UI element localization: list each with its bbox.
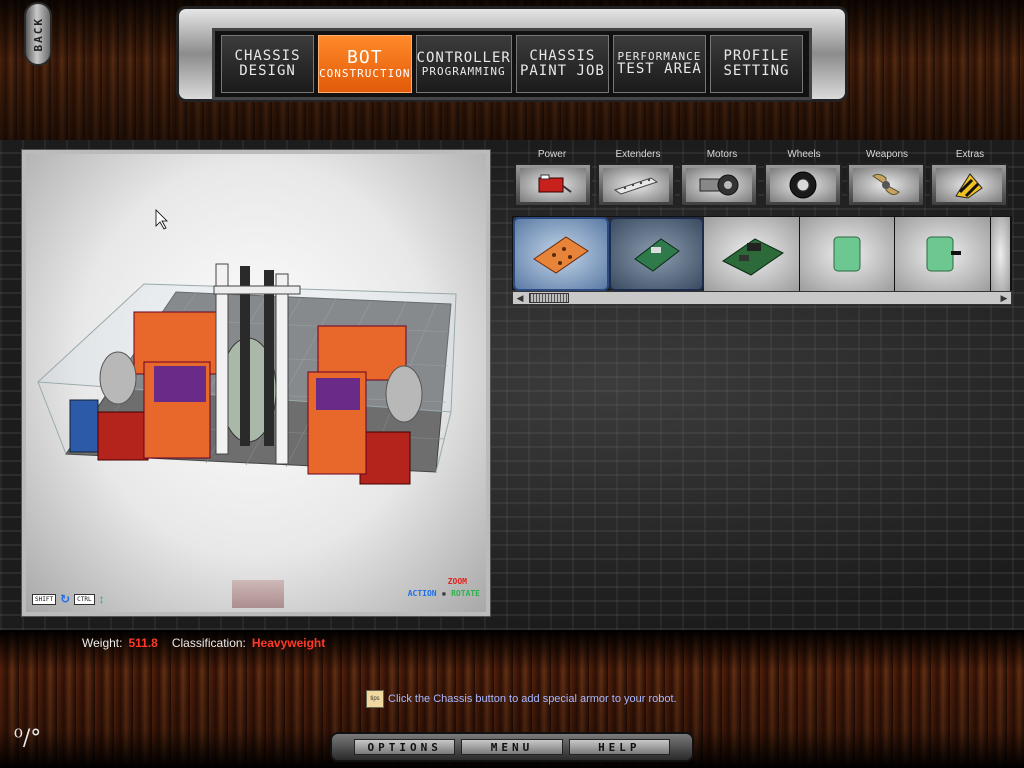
scroll-left-arrow-icon[interactable]: ◀	[514, 292, 526, 304]
help-button[interactable]: HELP	[568, 739, 670, 755]
classification-value: Heavyweight	[251, 636, 326, 650]
battery-icon	[538, 174, 572, 193]
category-label-power: Power	[537, 149, 567, 160]
rotate-arrow-icon: ↻	[60, 592, 71, 606]
part-item-green-block-plug[interactable]	[895, 217, 992, 291]
battery-pack-left	[97, 411, 149, 461]
part-item-green-block[interactable]	[799, 217, 896, 291]
weight-value: 511.8	[128, 636, 158, 650]
tab-chassis-design[interactable]: CHASSIS DESIGN	[221, 35, 315, 93]
motor-icon	[699, 174, 739, 196]
tab-profile-setting[interactable]: PROFILE SETTING	[709, 35, 804, 93]
scroll-right-arrow-icon[interactable]: ▶	[998, 292, 1010, 304]
controller-label	[154, 366, 206, 402]
tab-performance-test-area[interactable]: PERFORMANCE TEST AREA	[612, 35, 706, 93]
scroll-thumb[interactable]	[529, 293, 569, 303]
main-nav: CHASSIS DESIGN BOT CONSTRUCTION CONTROLL…	[212, 28, 812, 100]
viewport-controls: SHIFT ↻ CTRL ↕	[32, 592, 105, 606]
mouse-cursor-icon	[155, 209, 168, 230]
green-block-plug-icon	[926, 236, 961, 272]
corner-logo-icon: ⁰/°	[14, 726, 42, 751]
tab-controller-programming[interactable]: CONTROLLER PROGRAMMING	[415, 35, 512, 93]
part-item-partial[interactable]	[991, 217, 1011, 291]
ctrl-key-chip: CTRL	[74, 593, 95, 605]
part-item-green-board[interactable]	[608, 217, 705, 291]
robot-model	[36, 209, 457, 485]
zoom-label: ZOOM	[447, 577, 467, 586]
category-extenders-button[interactable]	[597, 163, 675, 207]
options-button[interactable]: OPTIONS	[354, 739, 456, 755]
cross-bar	[213, 285, 301, 295]
frame-rail	[275, 273, 289, 465]
motor-left	[99, 351, 137, 405]
category-label-extras: Extras	[955, 149, 985, 160]
category-label-extenders: Extenders	[615, 149, 661, 160]
drive-chain	[264, 270, 274, 446]
extender-bar-icon	[613, 177, 659, 195]
back-button-label: BACK	[31, 16, 45, 52]
green-board-icon	[634, 238, 681, 272]
tab-bot-construction[interactable]: BOT CONSTRUCTION	[318, 35, 412, 93]
shift-key-chip: SHIFT	[32, 593, 57, 605]
menu-button[interactable]: MENU	[461, 739, 563, 755]
action-label: ACTION	[407, 589, 437, 598]
controller-label	[316, 378, 360, 410]
part-preview-thumbnail	[232, 580, 284, 608]
tips-icon: tips	[366, 690, 384, 708]
rotate-label: ROTATE	[451, 589, 480, 598]
hazard-icon	[955, 173, 983, 199]
robot-status-line: Weight: 511.8 Classification: Heavyweigh…	[82, 636, 333, 650]
category-extras-button[interactable]	[930, 163, 1008, 207]
category-weapons-button[interactable]	[847, 163, 925, 207]
robot-3d-viewport[interactable]: SHIFT ↻ CTRL ↕ ZOOM ACTION ▪ ROTATE	[21, 149, 491, 617]
circuit-board-icon	[721, 238, 784, 276]
category-motors-button[interactable]	[680, 163, 758, 207]
green-block-icon	[833, 236, 861, 272]
bottom-menu: OPTIONS MENU HELP	[330, 732, 694, 762]
tip-text: Click the Chassis button to add special …	[388, 693, 677, 705]
part-item-circuit-board[interactable]	[704, 217, 800, 291]
category-power-button[interactable]	[514, 163, 592, 207]
back-button[interactable]: BACK	[24, 2, 52, 66]
motor-right	[385, 365, 423, 423]
mouse-legend: ZOOM ACTION ▪ ROTATE	[407, 577, 480, 598]
category-label-wheels: Wheels	[787, 149, 821, 160]
parts-list	[512, 216, 1012, 291]
vertical-arrow-icon: ↕	[98, 592, 105, 606]
category-wheels-button[interactable]	[764, 163, 842, 207]
battery-pack-right	[359, 431, 411, 485]
classification-label: Classification:	[171, 636, 246, 650]
tip-bar: tips Click the Chassis button to add spe…	[366, 690, 677, 708]
weight-label: Weight:	[82, 636, 123, 650]
orange-board-icon	[532, 236, 589, 274]
category-label-motors: Motors	[706, 149, 738, 160]
category-label-weapons: Weapons	[865, 149, 909, 160]
wheel-icon	[789, 171, 817, 199]
part-item-orange-board[interactable]	[513, 217, 609, 291]
parts-scrollbar[interactable]: ◀ ▶	[512, 291, 1012, 305]
blue-plate	[69, 399, 99, 453]
glass-edge	[37, 381, 67, 455]
blade-icon	[872, 173, 900, 196]
tab-chassis-paint-job[interactable]: CHASSIS PAINT JOB	[515, 35, 609, 93]
mouse-icon: ▪	[441, 589, 447, 598]
